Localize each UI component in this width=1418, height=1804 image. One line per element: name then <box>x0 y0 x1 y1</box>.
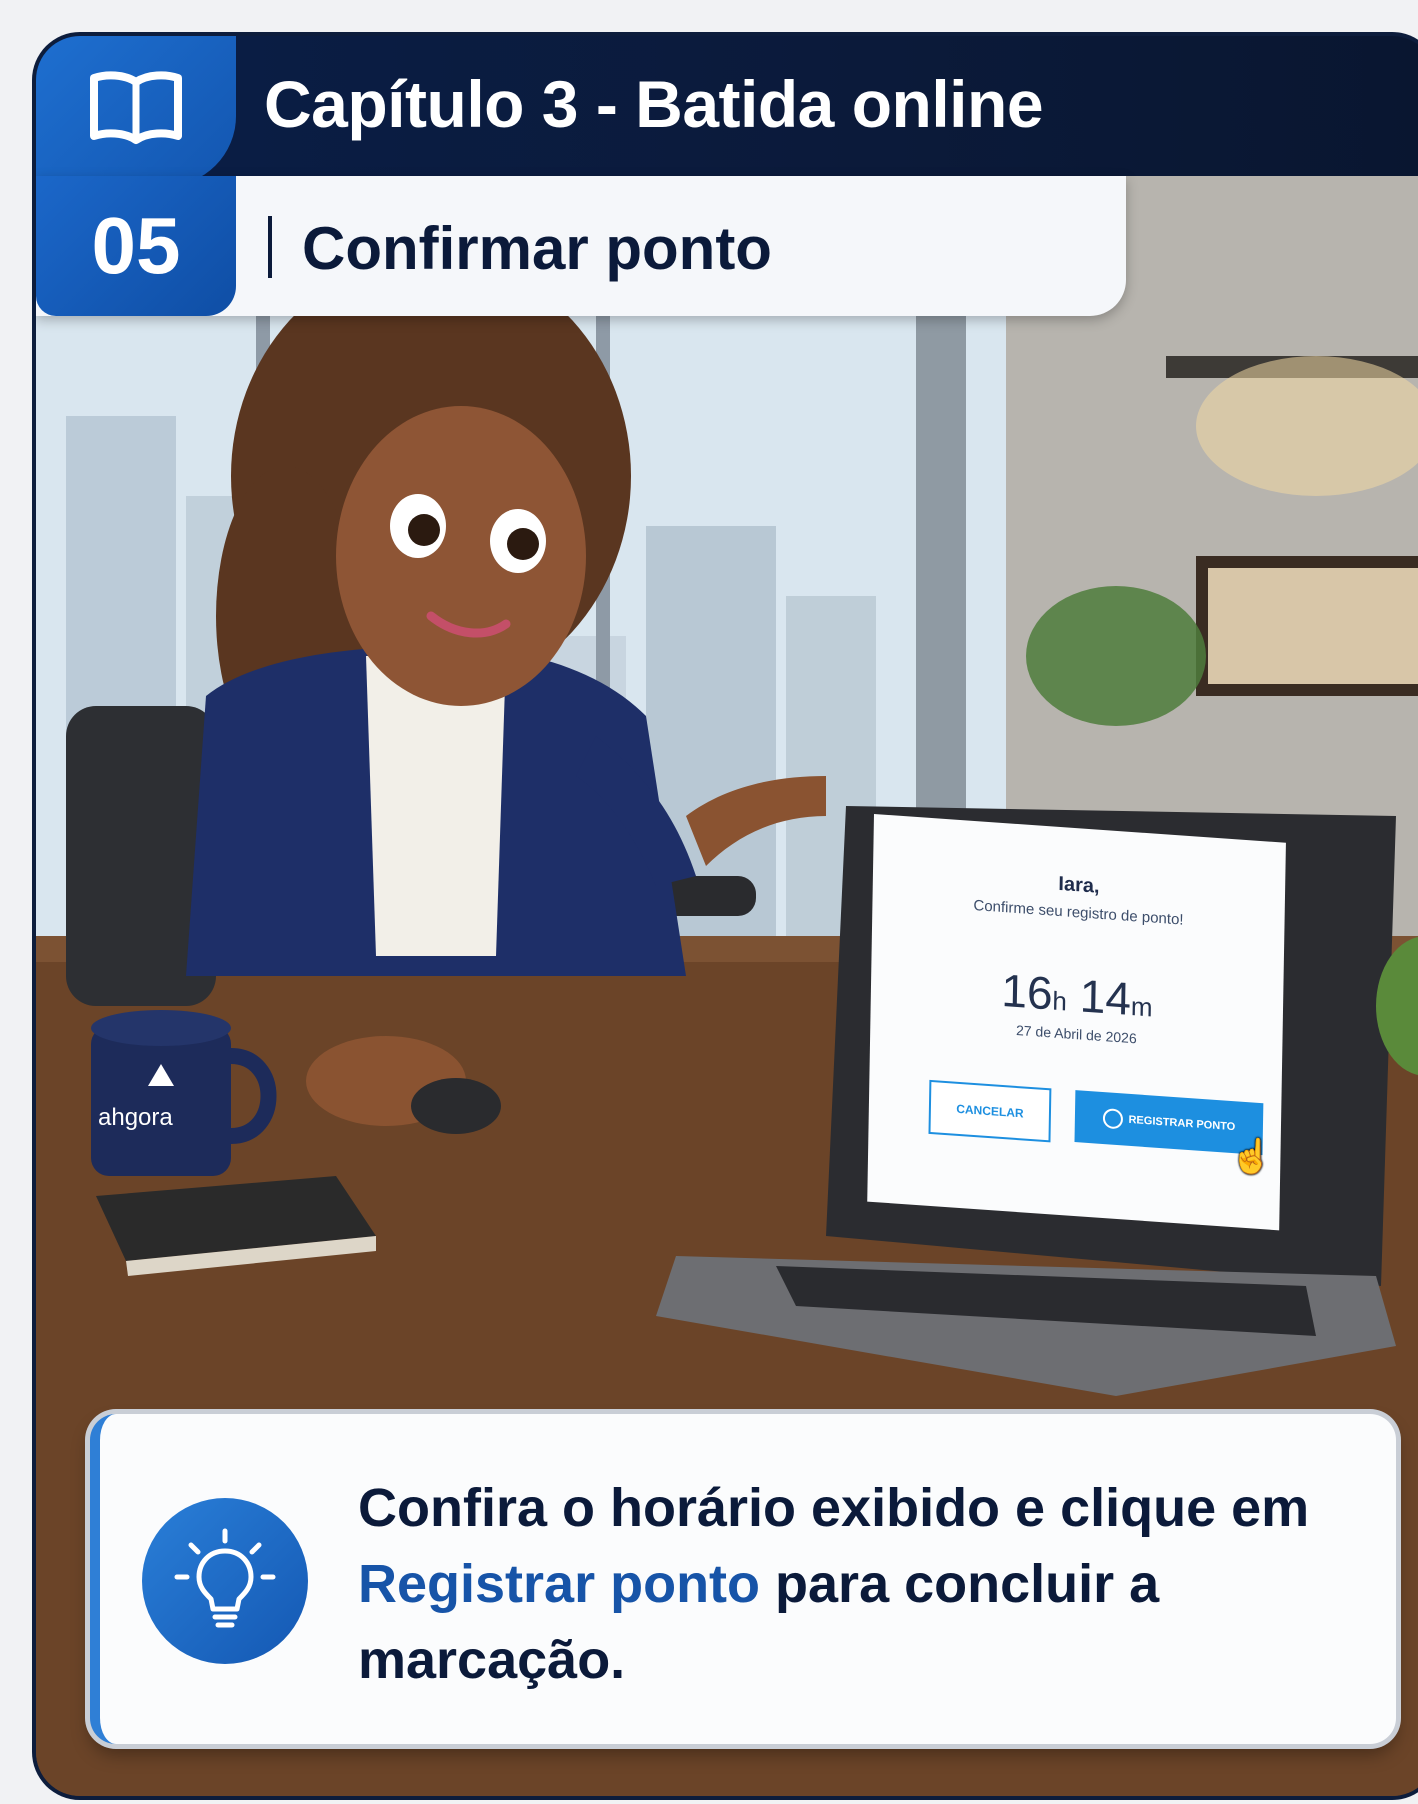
tip-box: Confira o horário exibido e clique em Re… <box>90 1414 1396 1744</box>
chapter-icon-tab <box>36 36 236 186</box>
step-number-badge: 05 <box>36 176 236 316</box>
book-icon <box>90 71 182 144</box>
time-hours-unit: h <box>1052 985 1068 1017</box>
mug-brand-text: ahgora <box>98 1104 173 1131</box>
tip-text: Confira o horário exibido e clique em Re… <box>358 1470 1358 1698</box>
check-circle-icon <box>1102 1108 1123 1130</box>
cancel-button[interactable]: CANCELAR <box>928 1079 1052 1143</box>
time-minutes-unit: m <box>1130 990 1153 1023</box>
time-minutes: 14 <box>1079 969 1132 1025</box>
tutorial-card: Capítulo 3 - Batida online ahgora 05 Con… <box>36 36 1418 1796</box>
tip-highlight: Registrar ponto <box>358 1554 761 1614</box>
chapter-title: Capítulo 3 - Batida online <box>264 67 1044 141</box>
lightbulb-icon-badge <box>142 1498 308 1664</box>
laptop-screen: Iara, Confirme seu registro de ponto! 16… <box>867 814 1286 1231</box>
step-divider <box>268 216 272 278</box>
hand-cursor-icon: ☝ <box>1230 1135 1274 1177</box>
lightbulb-icon <box>174 1528 276 1628</box>
step-title: Confirmar ponto <box>302 215 772 282</box>
tip-text-before: Confira o horário exibido e clique em <box>358 1478 1310 1538</box>
time-hours: 16 <box>1000 963 1054 1020</box>
register-button-label: REGISTRAR PONTO <box>1128 1113 1236 1134</box>
step-header: 05 Confirmar ponto <box>36 176 1126 316</box>
